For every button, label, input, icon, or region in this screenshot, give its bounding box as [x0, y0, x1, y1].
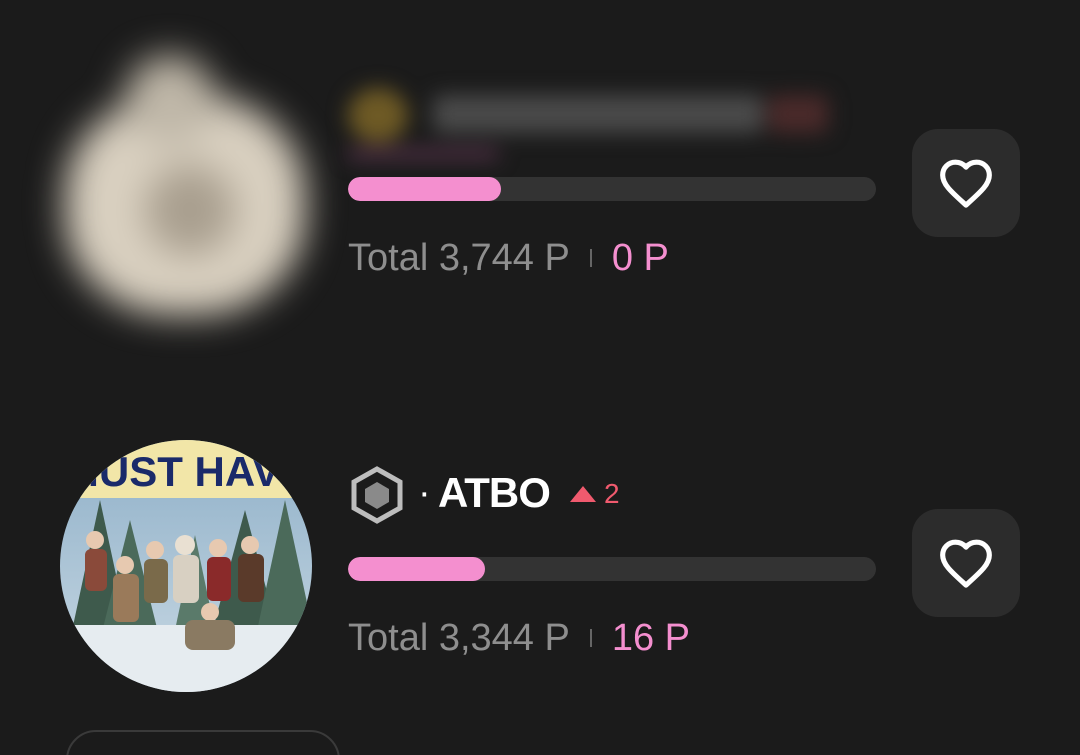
ranking-item[interactable]: Total 3,744 P 0 P — [0, 35, 1080, 335]
heart-outline-icon — [940, 159, 992, 208]
like-button[interactable] — [912, 509, 1020, 617]
total-points: Total 3,344 P — [348, 616, 570, 659]
my-points: 16 P — [611, 616, 690, 659]
artist-name: ATBO — [438, 469, 551, 516]
vote-progress-fill — [348, 557, 486, 581]
hexagon-team-icon — [351, 466, 403, 524]
ranking-list: Total 3,744 P 0 P MUST HAVE · ATBO 2 Tot… — [0, 0, 1080, 755]
avatar: MUST HAVE — [60, 440, 312, 692]
vote-stats: Total 3,344 P 16 P — [348, 613, 690, 663]
ranking-item[interactable]: MUST HAVE · ATBO 2 Total 3,344 P 16 P — [0, 415, 1080, 715]
vote-progress-fill — [348, 177, 502, 201]
group-photo: MUST HAVE — [60, 440, 312, 692]
total-points: Total 3,744 P — [348, 236, 570, 279]
rank-change: 2 — [570, 474, 620, 514]
artist-name-blurred — [348, 80, 868, 158]
stat-divider — [589, 249, 592, 267]
stat-divider — [589, 629, 592, 647]
like-button[interactable] — [912, 129, 1020, 237]
vote-progress-bar — [348, 177, 876, 201]
vote-progress-bar — [348, 557, 876, 581]
vote-stats: Total 3,744 P 0 P — [348, 233, 669, 283]
rank-change-value: 2 — [604, 478, 620, 509]
avatar-banner-text: MUST HAVE — [64, 448, 308, 495]
name-separator: · — [418, 472, 431, 514]
my-points: 0 P — [611, 236, 669, 279]
artist-name-line: · ATBO 2 — [348, 460, 868, 525]
next-item-pill[interactable] — [66, 730, 340, 755]
triangle-up-icon — [570, 486, 596, 502]
avatar-blurred — [45, 45, 335, 335]
heart-outline-icon — [940, 539, 992, 588]
